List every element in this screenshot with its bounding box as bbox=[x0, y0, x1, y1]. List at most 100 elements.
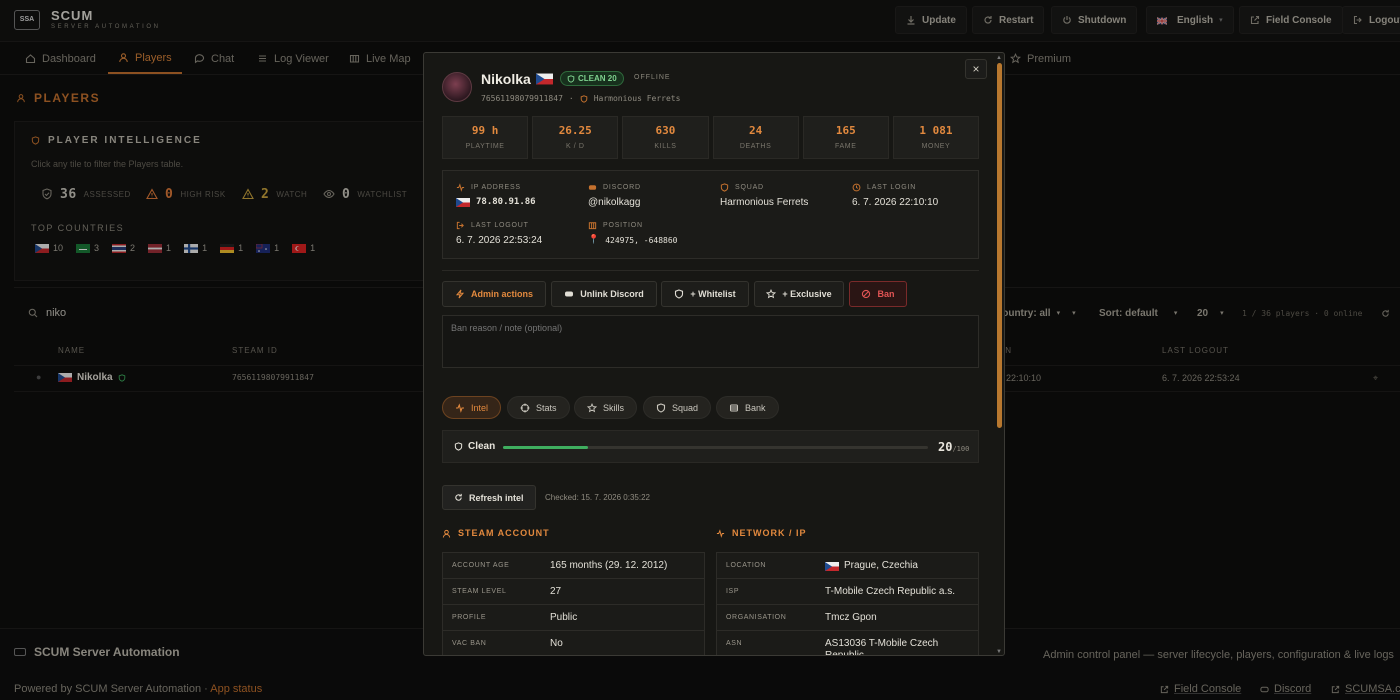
position-value[interactable]: 📍 424975, -648860 bbox=[588, 235, 677, 245]
label-text: LAST LOGIN bbox=[867, 184, 917, 191]
squad-value[interactable]: Harmonious Ferrets bbox=[720, 197, 808, 208]
discord-icon bbox=[565, 291, 574, 297]
stat-playtime: 99 h PLAYTIME bbox=[442, 116, 529, 159]
scroll-up-arrow[interactable]: ▲ bbox=[996, 55, 1002, 61]
shield-icon bbox=[675, 289, 684, 299]
online-status: OFFLINE bbox=[634, 74, 671, 81]
shield-icon bbox=[656, 402, 666, 413]
modal-scrollbar[interactable] bbox=[997, 63, 1002, 428]
status-badge: CLEAN 20 bbox=[560, 71, 624, 86]
tab-intel[interactable]: Intel bbox=[442, 396, 502, 419]
network-ip-table: LOCATION Prague, Czechia ISP T-Mobile Czec… bbox=[716, 552, 979, 656]
tab-skills[interactable]: Skills bbox=[574, 396, 638, 419]
tab-label: Squad bbox=[672, 402, 699, 413]
stat-fame: 165 FAME bbox=[802, 116, 889, 159]
stat-label: PLAYTIME bbox=[465, 143, 505, 150]
button-label: + Exclusive bbox=[782, 289, 832, 299]
risk-score: 20/100 bbox=[938, 440, 969, 454]
tab-label: Stats bbox=[536, 402, 557, 413]
kv-row: VAC BAN No bbox=[443, 631, 704, 655]
refresh-icon bbox=[455, 493, 462, 501]
stat-label: KILLS bbox=[654, 143, 677, 150]
kv-row: ASN AS13036 T-Mobile Czech Republic bbox=[717, 631, 978, 656]
tab-stats[interactable]: Stats bbox=[507, 396, 570, 419]
player-name: Nikolka bbox=[481, 71, 531, 87]
label-text: LAST LOGOUT bbox=[471, 222, 529, 229]
stat-value: 26.25 bbox=[558, 124, 592, 137]
stat-value: 630 bbox=[655, 124, 676, 137]
shield-icon bbox=[580, 94, 587, 103]
button-label: Unlink Discord bbox=[580, 289, 644, 299]
divider bbox=[442, 270, 979, 271]
discord-value[interactable]: @nikolkagg bbox=[588, 197, 640, 208]
kv-value: No bbox=[550, 638, 563, 649]
pulse-icon bbox=[716, 528, 725, 538]
logout-icon bbox=[456, 221, 464, 230]
kv-row: ISP T-Mobile Czech Republic a.s. bbox=[717, 579, 978, 605]
steam-id-line: 76561198079911847 · Harmonious Ferrets bbox=[481, 94, 681, 103]
kv-value: Public bbox=[550, 612, 578, 623]
scroll-down-arrow[interactable]: ▼ bbox=[996, 649, 1002, 655]
stat-deaths: 24 DEATHS bbox=[712, 116, 799, 159]
player-info-box: IP ADDRESS 78.80.91.86 DISCORD @nikolkag… bbox=[442, 170, 979, 259]
star-icon bbox=[766, 289, 777, 299]
kv-value: 165 months (29. 12. 2012) bbox=[550, 560, 668, 571]
ban-icon bbox=[862, 289, 871, 299]
user-icon bbox=[442, 529, 451, 538]
steam-account-heading: STEAM ACCOUNT bbox=[442, 528, 550, 538]
ip-label: IP ADDRESS bbox=[456, 183, 521, 192]
squad-label: SQUAD bbox=[720, 183, 764, 192]
kv-row: STEAM LEVEL 27 bbox=[443, 579, 704, 605]
kv-value: AS13036 T-Mobile Czech Republic bbox=[825, 638, 939, 656]
ip-value[interactable]: 78.80.91.86 bbox=[456, 197, 536, 207]
avatar bbox=[442, 72, 472, 102]
kv-row: ORGANISATION Tmcz Gpon bbox=[717, 605, 978, 631]
tab-bank[interactable]: Bank bbox=[716, 396, 779, 419]
stat-label: FAME bbox=[835, 143, 857, 150]
steam-account-table: ACCOUNT AGE 165 months (29. 12. 2012) STE… bbox=[442, 552, 705, 655]
button-label: Admin actions bbox=[470, 289, 533, 299]
last-login-label: LAST LOGIN bbox=[852, 183, 916, 192]
kv-key: ASN bbox=[726, 640, 743, 647]
risk-score-bar: Clean 20/100 bbox=[442, 430, 979, 463]
checked-timestamp: Checked: 15. 7. 2026 0:35:22 bbox=[545, 493, 650, 502]
kv-key: ACCOUNT AGE bbox=[452, 562, 510, 569]
admin-actions-button[interactable]: Admin actions bbox=[442, 281, 546, 307]
last-logout-label: LAST LOGOUT bbox=[456, 221, 529, 230]
close-button[interactable]: × bbox=[965, 59, 987, 79]
section-title: NETWORK / IP bbox=[732, 528, 807, 538]
stat-value: 24 bbox=[748, 124, 763, 137]
player-detail-modal: ▲ ▼ × Nikolka CLEAN 20 OFFLINE 765611980… bbox=[423, 52, 1005, 656]
tab-label: Intel bbox=[471, 402, 489, 413]
label-text: SQUAD bbox=[735, 184, 764, 191]
risk-label-text: Clean bbox=[468, 441, 496, 452]
steam-id: 76561198079911847 bbox=[481, 94, 563, 103]
kv-value: Tmcz Gpon bbox=[825, 612, 877, 623]
kv-key: LOCATION bbox=[726, 562, 767, 569]
cz-flag-icon bbox=[825, 561, 839, 571]
kv-value: T-Mobile Czech Republic a.s. bbox=[825, 586, 956, 597]
discord-label: DISCORD bbox=[588, 183, 641, 192]
stat-money: 1 081 MONEY bbox=[892, 116, 980, 159]
stats-row: 99 h PLAYTIME 26.25 K / D 630 KILLS 24 DEATH… bbox=[442, 116, 980, 159]
label-text: IP ADDRESS bbox=[471, 184, 521, 191]
risk-score-max: /100 bbox=[952, 445, 970, 453]
shield-icon bbox=[454, 442, 463, 451]
exclusive-button[interactable]: + Exclusive bbox=[754, 281, 844, 307]
ban-reason-input[interactable] bbox=[442, 315, 979, 368]
pin-icon: 📍 bbox=[588, 235, 600, 245]
tab-squad[interactable]: Squad bbox=[643, 396, 712, 419]
pulse-icon bbox=[456, 402, 464, 413]
unlink-discord-button[interactable]: Unlink Discord bbox=[551, 281, 657, 307]
clock-icon bbox=[852, 183, 861, 192]
ban-button[interactable]: Ban bbox=[849, 281, 907, 307]
button-label: Ban bbox=[877, 289, 895, 299]
kv-key: STEAM LEVEL bbox=[452, 588, 507, 595]
tab-label: Skills bbox=[603, 402, 625, 413]
whitelist-button[interactable]: + Whitelist bbox=[661, 281, 749, 307]
kv-key: PROFILE bbox=[452, 614, 487, 621]
value-text: 78.80.91.86 bbox=[476, 197, 536, 207]
refresh-intel-button[interactable]: Refresh intel bbox=[442, 485, 536, 510]
label-text: POSITION bbox=[603, 222, 643, 229]
shield-icon bbox=[567, 74, 575, 83]
